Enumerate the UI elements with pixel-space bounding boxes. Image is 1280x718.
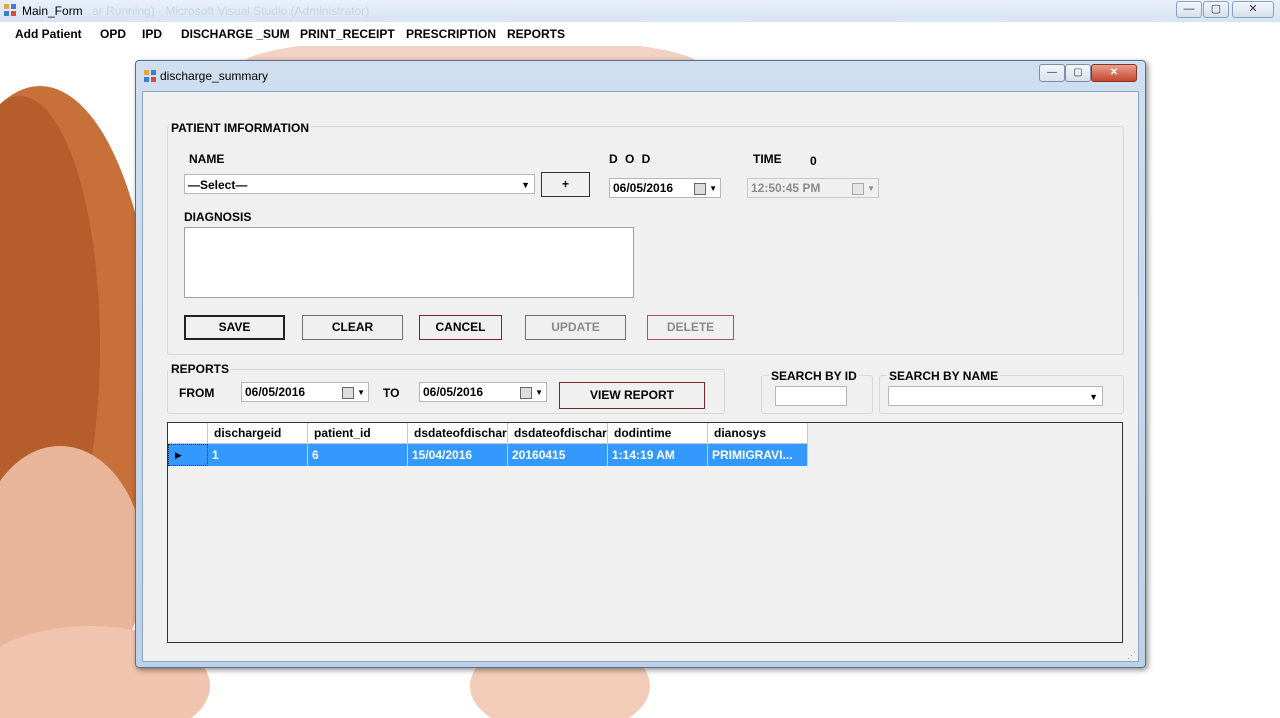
- menu-add-patient[interactable]: Add Patient: [15, 27, 82, 41]
- menu-print-receipt[interactable]: PRINT_RECEIPT: [300, 27, 395, 41]
- column-header-dsdateofdischarge[interactable]: dsdateofdischarge: [408, 423, 508, 444]
- clock-picker-icon: [852, 183, 864, 195]
- to-label: TO: [383, 386, 400, 400]
- discharge-data-grid[interactable]: dischargeid patient_id dsdateofdischarge…: [167, 422, 1123, 643]
- dod-value: 06/05/2016: [613, 181, 674, 195]
- calendar-icon: [694, 183, 706, 195]
- to-date-picker[interactable]: 06/05/2016 ▼: [419, 382, 547, 402]
- child-close-button[interactable]: ✕: [1091, 64, 1137, 82]
- child-minimize-button[interactable]: —: [1039, 64, 1065, 82]
- menu-ipd[interactable]: IPD: [142, 27, 162, 41]
- time-value: 12:50:45 PM: [751, 181, 821, 195]
- column-header-dsdateofdischarge-2[interactable]: dsdateofdischarge: [508, 423, 608, 444]
- menu-opd[interactable]: OPD: [100, 27, 126, 41]
- search-by-name-select[interactable]: ▼: [888, 386, 1103, 406]
- menu-discharge-sum[interactable]: DISCHARGE _SUM: [181, 27, 290, 41]
- minimize-button[interactable]: —: [1176, 1, 1202, 18]
- menu-prescription[interactable]: PRESCRIPTION: [406, 27, 496, 41]
- current-row-arrow-icon: ▶: [175, 450, 182, 460]
- search-by-name-label: SEARCH BY NAME: [887, 369, 1001, 383]
- dod-date-picker[interactable]: 06/05/2016 ▼: [609, 178, 721, 198]
- close-button[interactable]: ✕: [1232, 1, 1274, 18]
- chevron-down-icon: ▼: [357, 388, 365, 397]
- from-label: FROM: [179, 386, 215, 400]
- chevron-down-icon: ▼: [867, 184, 875, 193]
- dod-label: D O D: [609, 152, 653, 166]
- chevron-down-icon: ▼: [521, 180, 530, 190]
- maximize-button[interactable]: ▢: [1203, 1, 1229, 18]
- menu-reports[interactable]: REPORTS: [507, 27, 565, 41]
- search-by-id-input[interactable]: [775, 386, 847, 406]
- time-indicator: 0: [810, 154, 817, 168]
- patient-name-select[interactable]: —Select— ▼: [184, 174, 535, 194]
- column-header-dischargeid[interactable]: dischargeid: [208, 423, 308, 444]
- chevron-down-icon: ▼: [535, 388, 543, 397]
- update-button[interactable]: UPDATE: [525, 315, 626, 340]
- add-patient-button[interactable]: +: [541, 172, 590, 197]
- table-cell-dsdateofdischarge[interactable]: 15/04/2016: [408, 444, 508, 466]
- view-report-button[interactable]: VIEW REPORT: [559, 382, 705, 409]
- child-maximize-button[interactable]: ▢: [1065, 64, 1091, 82]
- name-label: NAME: [189, 152, 225, 166]
- to-date-value: 06/05/2016: [423, 385, 484, 399]
- menu-bar: Add Patient OPD IPD DISCHARGE _SUM PRINT…: [0, 22, 1280, 46]
- diagnosis-textarea[interactable]: [184, 227, 634, 298]
- clear-button[interactable]: CLEAR: [302, 315, 403, 340]
- table-cell-dodintime[interactable]: 1:14:19 AM: [608, 444, 708, 466]
- search-by-id-label: SEARCH BY ID: [769, 369, 859, 383]
- resize-grip-icon[interactable]: ⋰: [1127, 650, 1136, 661]
- patient-name-value: —Select—: [188, 178, 248, 192]
- diagnosis-label: DIAGNOSIS: [184, 210, 252, 224]
- app-icon: [4, 4, 16, 16]
- delete-button[interactable]: DELETE: [647, 315, 734, 340]
- main-window-titlebar: Main_Form ar Running) - Microsoft Visual…: [0, 0, 1280, 23]
- form-icon: [144, 70, 156, 82]
- from-date-picker[interactable]: 06/05/2016 ▼: [241, 382, 369, 402]
- column-header-dodintime[interactable]: dodintime: [608, 423, 708, 444]
- table-cell-patient-id[interactable]: 6: [308, 444, 408, 466]
- chevron-down-icon: ▼: [709, 184, 717, 193]
- column-header-dianosys[interactable]: dianosys: [708, 423, 808, 444]
- time-picker[interactable]: 12:50:45 PM ▼: [747, 178, 879, 198]
- patient-info-label: PATIENT IMFORMATION: [169, 121, 311, 135]
- discharge-window-title: discharge_summary: [160, 69, 269, 83]
- chevron-down-icon: ▼: [1089, 392, 1098, 402]
- main-window-title: Main_Form: [22, 4, 83, 18]
- calendar-icon: [520, 387, 532, 399]
- grid-corner-header: [168, 423, 208, 444]
- table-cell-dsdateofdischarge-2[interactable]: 20160415: [508, 444, 608, 466]
- reports-label: REPORTS: [169, 362, 232, 376]
- table-cell-dischargeid[interactable]: 1: [208, 444, 308, 466]
- column-header-patient-id[interactable]: patient_id: [308, 423, 408, 444]
- table-cell-dianosys[interactable]: PRIMIGRAVI...: [708, 444, 808, 466]
- row-header-selected[interactable]: ▶: [168, 444, 208, 466]
- cancel-button[interactable]: CANCEL: [419, 315, 502, 340]
- background-window-title: ar Running) - Microsoft Visual Studio (A…: [92, 4, 370, 18]
- from-date-value: 06/05/2016: [245, 385, 306, 399]
- discharge-summary-window: discharge_summary — ▢ ✕ PATIENT IMFORMAT…: [135, 60, 1146, 668]
- save-button[interactable]: SAVE: [184, 315, 285, 340]
- time-label: TIME: [753, 152, 782, 166]
- calendar-icon: [342, 387, 354, 399]
- discharge-form-client: PATIENT IMFORMATION NAME —Select— ▼ + D …: [142, 91, 1139, 662]
